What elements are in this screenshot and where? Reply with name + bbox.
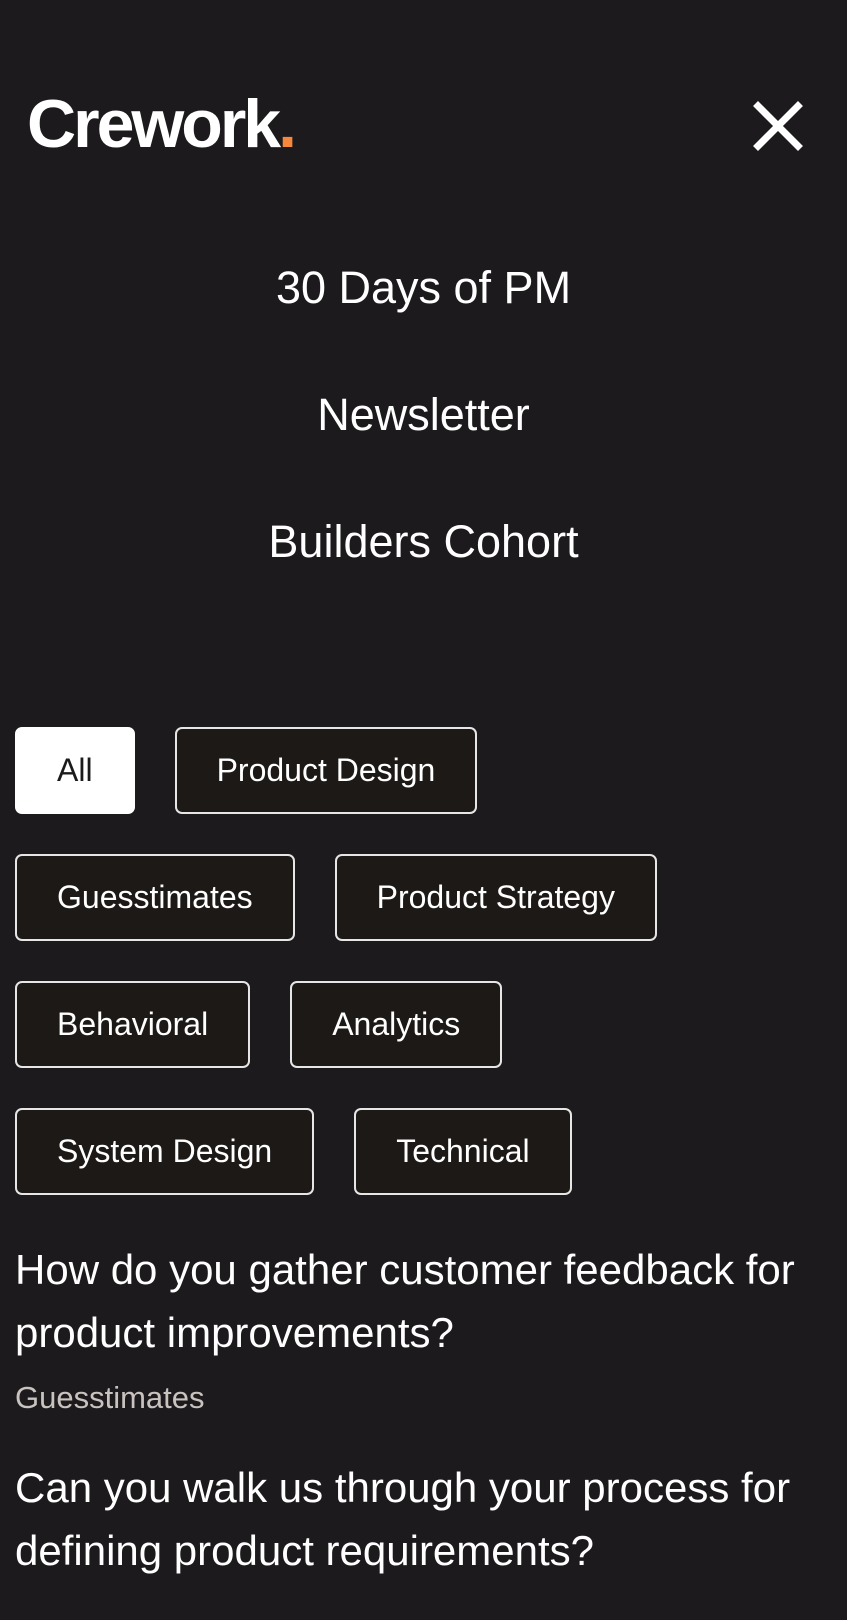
question-title[interactable]: How do you gather customer feedback for … [15, 1238, 835, 1364]
filter-chip-product-strategy[interactable]: Product Strategy [334, 854, 657, 941]
close-icon [753, 101, 803, 151]
question-category: Guesstimates [15, 1380, 205, 1415]
filter-chip-guesstimates[interactable]: Guesstimates [15, 854, 295, 941]
filter-chip-behavioral[interactable]: Behavioral [15, 981, 251, 1068]
chip-row: Guesstimates Product Strategy [15, 854, 835, 941]
filter-chip-technical[interactable]: Technical [354, 1108, 572, 1195]
question-item[interactable]: Can you walk us through your process for… [15, 1456, 835, 1582]
header: Crework. [0, 0, 847, 200]
filter-chip-all[interactable]: All [15, 727, 135, 814]
filter-chip-system-design[interactable]: System Design [15, 1108, 315, 1195]
logo-text: Crework [27, 86, 281, 162]
nav-item-builders-cohort[interactable]: Builders Cohort [0, 504, 847, 580]
nav-item-newsletter[interactable]: Newsletter [0, 377, 847, 453]
chip-row: System Design Technical [15, 1108, 835, 1195]
question-title[interactable]: Can you walk us through your process for… [15, 1456, 835, 1582]
close-menu-button[interactable] [752, 100, 804, 152]
crework-logo[interactable]: Crework. [27, 84, 297, 164]
question-item[interactable]: How do you gather customer feedback for … [15, 1238, 835, 1418]
mobile-nav-menu: 30 Days of PM Newsletter Builders Cohort [0, 250, 847, 631]
nav-item-30-days-of-pm[interactable]: 30 Days of PM [0, 250, 847, 326]
question-list: How do you gather customer feedback for … [15, 1238, 835, 1620]
chip-row: Behavioral Analytics [15, 981, 835, 1068]
chip-row: All Product Design [15, 727, 835, 814]
filter-chip-product-design[interactable]: Product Design [174, 727, 478, 814]
category-filter-chips: All Product Design Guesstimates Product … [15, 727, 835, 1235]
logo-dot: . [278, 86, 297, 162]
filter-chip-analytics[interactable]: Analytics [290, 981, 503, 1068]
